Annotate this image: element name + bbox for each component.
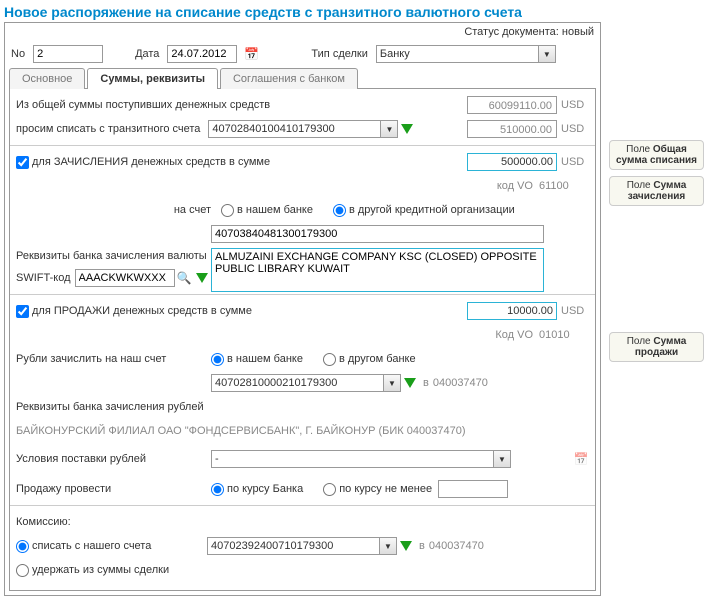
date-input[interactable] bbox=[167, 45, 237, 63]
sell-label: Продажу провести bbox=[16, 483, 211, 495]
no-label: No bbox=[11, 48, 25, 60]
lookup-icon[interactable]: 🔍 bbox=[177, 271, 192, 285]
commission-withhold-radio[interactable] bbox=[16, 564, 29, 577]
ccy-2: USD bbox=[561, 123, 589, 135]
commission-withhold-label: удержать из суммы сделки bbox=[32, 564, 169, 576]
sale-amount-input[interactable] bbox=[467, 302, 557, 320]
arrow-down-icon-3[interactable] bbox=[404, 378, 416, 388]
page-title: Новое распоряжение на списание средств с… bbox=[4, 4, 718, 20]
delivery-select[interactable]: - ▼ bbox=[211, 450, 511, 468]
swift-input[interactable] bbox=[75, 269, 175, 287]
min-rate-label: по курсу не менее bbox=[339, 483, 432, 495]
rubles-label: Рубли зачислить на наш счет bbox=[16, 353, 211, 365]
to-account-label: на счет bbox=[16, 204, 221, 216]
sale-label: для ПРОДАЖИ денежных средств в сумме bbox=[32, 305, 252, 317]
other-bank-radio[interactable] bbox=[333, 204, 346, 217]
in-value-1: 040037470 bbox=[433, 377, 488, 389]
calendar-icon-2[interactable]: 📅 bbox=[573, 451, 589, 467]
rub-our-bank-label: в нашем банке bbox=[227, 353, 303, 365]
in-label-2: в bbox=[419, 540, 425, 552]
arrow-down-icon-2[interactable] bbox=[196, 273, 208, 283]
tab-panel: Из общей суммы поступивших денежных сред… bbox=[9, 88, 596, 591]
ccy-1: USD bbox=[561, 99, 589, 111]
bank-details-textarea[interactable] bbox=[211, 248, 544, 292]
rub-bank-details-label: Реквизиты банка зачисления рублей bbox=[16, 401, 204, 413]
sale-checkbox[interactable] bbox=[16, 305, 29, 318]
annot-total-writeoff: Поле Общая сумма списания bbox=[609, 140, 704, 170]
tab-agreements[interactable]: Соглашения с банком bbox=[220, 68, 358, 89]
credit-account-input[interactable] bbox=[211, 225, 544, 243]
other-bank-label: в другой кредитной организации bbox=[349, 204, 515, 216]
commission-account-select[interactable]: 40702392400710179300 ▼ bbox=[207, 537, 397, 555]
arrow-down-icon-4[interactable] bbox=[400, 541, 412, 551]
rub-other-bank-label: в другом банке bbox=[339, 353, 416, 365]
credit-label: для ЗАЧИСЛЕНИЯ денежных средств в сумме bbox=[32, 156, 270, 168]
writeoff-amount: 510000.00 bbox=[467, 120, 557, 138]
bank-rate-label: по курсу Банка bbox=[227, 483, 303, 495]
our-bank-radio[interactable] bbox=[221, 204, 234, 217]
vo-value: 61100 bbox=[539, 180, 589, 192]
writeoff-label: просим списать с транзитного счета bbox=[16, 123, 200, 135]
rub-bank-details: БАЙКОНУРСКИЙ ФИЛИАЛ ОАО "ФОНДСЕРВИСБАНК"… bbox=[16, 425, 466, 437]
annot-credit-sum: Поле Сумма зачисления bbox=[609, 176, 704, 206]
header-row: No Дата 📅 Тип сделки Банку ▼ bbox=[5, 41, 600, 67]
min-rate-radio[interactable] bbox=[323, 483, 336, 496]
ccy-4: USD bbox=[561, 305, 589, 317]
credit-amount-input[interactable] bbox=[467, 153, 557, 171]
status-label: Статус документа: bbox=[464, 26, 559, 38]
total-incoming-amount: 60099110.00 bbox=[467, 96, 557, 114]
ccy-3: USD bbox=[561, 156, 589, 168]
annot-sale-sum: Поле Сумма продажи bbox=[609, 332, 704, 362]
bank-rate-radio[interactable] bbox=[211, 483, 224, 496]
bank-details-label: Реквизиты банка зачисления валюты bbox=[16, 248, 211, 262]
commission-label: Комиссию: bbox=[16, 516, 71, 528]
arrow-down-icon[interactable] bbox=[401, 124, 413, 134]
swift-label: SWIFT-код bbox=[16, 272, 71, 284]
tab-sums[interactable]: Суммы, реквизиты bbox=[87, 68, 218, 89]
date-label: Дата bbox=[135, 48, 159, 60]
tabs: Основное Суммы, реквизиты Соглашения с б… bbox=[9, 67, 596, 88]
commission-debit-radio[interactable] bbox=[16, 540, 29, 553]
no-input[interactable] bbox=[33, 45, 103, 63]
in-label-1: в bbox=[423, 377, 429, 389]
calendar-icon[interactable]: 📅 bbox=[243, 46, 259, 62]
delivery-label: Условия поставки рублей bbox=[16, 453, 211, 465]
credit-checkbox[interactable] bbox=[16, 156, 29, 169]
our-bank-label: в нашем банке bbox=[237, 204, 313, 216]
in-value-2: 040037470 bbox=[429, 540, 484, 552]
deal-type-label: Тип сделки bbox=[311, 48, 367, 60]
rub-account-select[interactable]: 40702810000210179300 ▼ bbox=[211, 374, 401, 392]
status-row: Статус документа: новый bbox=[5, 23, 600, 41]
deal-type-select[interactable]: Банку ▼ bbox=[376, 45, 556, 63]
vo-label: код VO bbox=[497, 180, 533, 192]
form-container: Статус документа: новый No Дата 📅 Тип сд… bbox=[4, 22, 601, 596]
total-incoming-label: Из общей суммы поступивших денежных сред… bbox=[16, 99, 467, 111]
min-rate-input[interactable] bbox=[438, 480, 508, 498]
rub-our-bank-radio[interactable] bbox=[211, 353, 224, 366]
status-value: новый bbox=[562, 26, 594, 38]
commission-debit-label: списать с нашего счета bbox=[32, 540, 207, 552]
vo-value-2: 01010 bbox=[539, 329, 589, 341]
rub-other-bank-radio[interactable] bbox=[323, 353, 336, 366]
vo-label-2: Код VO bbox=[495, 329, 533, 341]
tab-main[interactable]: Основное bbox=[9, 68, 85, 89]
transit-account-select[interactable]: 40702840100410179300 ▼ bbox=[208, 120, 398, 138]
